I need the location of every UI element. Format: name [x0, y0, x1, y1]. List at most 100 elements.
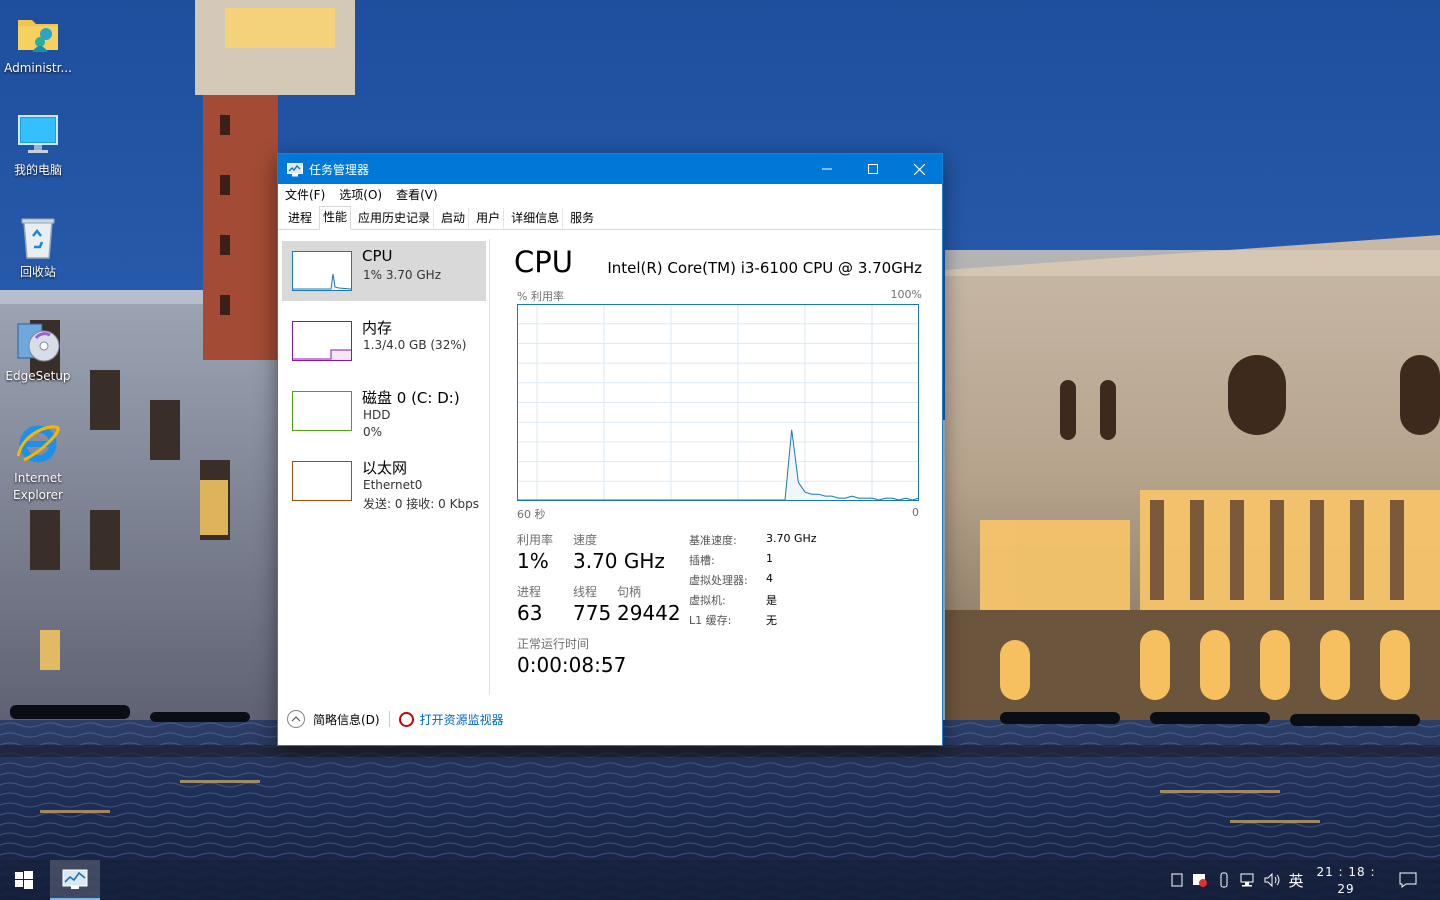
pane-divider[interactable] [489, 239, 490, 694]
title-bar[interactable]: 任务管理器 [278, 154, 942, 184]
taskbar-app-task-manager[interactable] [50, 860, 100, 900]
graph-x-left-label: 60 秒 [517, 508, 546, 521]
sidebar-ethernet-title: 以太网 [362, 459, 408, 477]
computer-monitor-icon [14, 112, 62, 160]
internet-explorer-icon [14, 420, 62, 468]
speed-value: 3.70 GHz [573, 549, 665, 573]
usb-device-icon [1220, 872, 1228, 888]
minimize-button[interactable] [804, 154, 850, 184]
detail-key-base-speed: 基准速度: [689, 534, 737, 547]
window-title: 任务管理器 [309, 162, 370, 177]
desktop-icon-label: 回收站 [19, 265, 56, 279]
open-resource-monitor-link[interactable]: 打开资源监视器 [398, 711, 504, 728]
sidebar-item-ethernet[interactable]: 以太网 Ethernet0 发送: 0 接收: 0 Kbps [282, 451, 486, 511]
menu-file[interactable]: 文件(F) [285, 186, 325, 203]
sidebar-ethernet-adapter: Ethernet0 [363, 478, 423, 492]
sidebar-ethernet-throughput: 发送: 0 接收: 0 Kbps [363, 497, 479, 511]
tab-strip: 进程 性能 应用历史记录 启动 用户 详细信息 服务 [278, 204, 942, 230]
close-button[interactable] [896, 154, 942, 184]
menu-bar: 文件(F) 选项(O) 查看(V) [278, 184, 942, 204]
tray-usb[interactable] [1214, 860, 1234, 900]
tray-window-icon [1171, 873, 1183, 887]
graph-y-max-label: 100% [890, 288, 922, 301]
maximize-button[interactable] [850, 154, 896, 184]
window-footer: 简略信息(D) 打开资源监视器 [278, 704, 942, 734]
detail-key-virtual-processors: 虚拟处理器: [689, 574, 748, 587]
detail-value-virtual-machine: 是 [766, 594, 777, 607]
detail-key-virtual-machine: 虚拟机: [689, 594, 726, 607]
desktop-icon-label: Administr... [4, 61, 72, 75]
footer-separator [388, 711, 390, 727]
detail-value-virtual-processors: 4 [766, 572, 773, 585]
uptime-value: 0:00:08:57 [517, 653, 627, 677]
brief-info-button[interactable]: 简略信息(D) [287, 710, 380, 728]
network-icon [1240, 873, 1254, 887]
tab-processes[interactable]: 进程 [284, 207, 316, 229]
sidebar-cpu-title: CPU [362, 247, 393, 265]
brief-info-label: 简略信息(D) [313, 712, 380, 727]
maximize-icon [868, 164, 878, 174]
cpu-utilization-graph [517, 304, 919, 501]
action-center-button[interactable] [1396, 860, 1420, 900]
sidebar-memory-detail: 1.3/4.0 GB (32%) [363, 338, 467, 352]
sidebar-cpu-detail: 1% 3.70 GHz [363, 268, 442, 282]
tab-startup[interactable]: 启动 [437, 207, 470, 229]
tray-network[interactable] [1238, 860, 1260, 900]
sidebar-disk-title: 磁盘 0 (C: D:) [362, 389, 460, 407]
graph-y-axis-label: % 利用率 [517, 290, 564, 303]
chevron-up-icon [287, 710, 305, 728]
utilization-area [517, 429, 919, 501]
tab-users[interactable]: 用户 [472, 207, 505, 229]
taskbar: 英 21 : 18 : 29 2025-03-19 [0, 860, 1440, 900]
sidebar-item-disk[interactable]: 磁盘 0 (C: D:) HDD 0% [282, 381, 486, 441]
clock-time: 21 : 18 : 29 [1316, 865, 1376, 896]
memory-thumbnail-graph [292, 321, 352, 361]
menu-view[interactable]: 查看(V) [396, 186, 438, 203]
tray-security[interactable] [1190, 860, 1210, 900]
show-hidden-icons[interactable] [1168, 860, 1186, 900]
sidebar-item-memory[interactable]: 内存 1.3/4.0 GB (32%) [282, 311, 486, 371]
tray-volume[interactable] [1262, 860, 1284, 900]
desktop-icon-internet-explorer[interactable]: Internet Explorer [0, 420, 76, 504]
detail-value-base-speed: 3.70 GHz [766, 532, 817, 545]
tab-details[interactable]: 详细信息 [507, 207, 564, 229]
utilization-label: 利用率 [517, 533, 554, 547]
menu-options[interactable]: 选项(O) [339, 186, 382, 203]
desktop-icon-edgesetup[interactable]: EdgeSetup [0, 318, 76, 385]
task-manager-icon [62, 869, 88, 889]
speed-label: 速度 [573, 533, 598, 547]
user-folder-icon [14, 10, 62, 58]
close-icon [913, 163, 925, 175]
tab-performance[interactable]: 性能 [319, 206, 352, 230]
desktop-icon-administrator[interactable]: Administr... [0, 10, 76, 77]
cpu-thumbnail-graph [292, 251, 352, 291]
notification-icon [1399, 872, 1417, 888]
start-button[interactable] [0, 860, 48, 900]
handles-label: 句柄 [617, 585, 642, 599]
resource-sidebar: CPU 1% 3.70 GHz 内存 1.3/4.0 GB (32%) 磁盘 0… [282, 241, 486, 521]
detail-value-sockets: 1 [766, 552, 773, 565]
threads-value: 775 [573, 601, 612, 625]
tab-app-history[interactable]: 应用历史记录 [354, 207, 435, 229]
security-shield-icon [1193, 874, 1207, 887]
windows-logo-icon [15, 871, 33, 889]
input-method-indicator[interactable]: 英 [1286, 860, 1306, 900]
utilization-value: 1% [517, 549, 549, 573]
task-manager-window[interactable]: 任务管理器 文件(F) 选项(O) 查看(V) 进程 性能 应用历史记录 启动 … [277, 153, 943, 746]
desktop-icon-recycle-bin[interactable]: 回收站 [0, 214, 76, 281]
sidebar-item-cpu[interactable]: CPU 1% 3.70 GHz [282, 241, 486, 301]
resource-monitor-icon [398, 711, 414, 727]
desktop-icon-my-computer[interactable]: 我的电脑 [0, 112, 76, 179]
disk-thumbnail-graph [292, 391, 352, 431]
handles-value: 29442 [617, 601, 681, 625]
detail-key-sockets: 插槽: [689, 554, 715, 567]
ethernet-thumbnail-graph [292, 461, 352, 501]
desktop-icon-label: EdgeSetup [5, 369, 71, 383]
taskbar-clock[interactable]: 21 : 18 : 29 2025-03-19 [1310, 864, 1382, 900]
tab-services[interactable]: 服务 [566, 207, 598, 229]
graph-x-right-label: 0 [912, 506, 919, 519]
sidebar-disk-usage: 0% [363, 425, 383, 439]
cpu-model-name: Intel(R) Core(TM) i3-6100 CPU @ 3.70GHz [607, 259, 922, 277]
installer-disc-icon [14, 318, 62, 366]
desktop-icon-label-line1: Internet [14, 471, 62, 485]
